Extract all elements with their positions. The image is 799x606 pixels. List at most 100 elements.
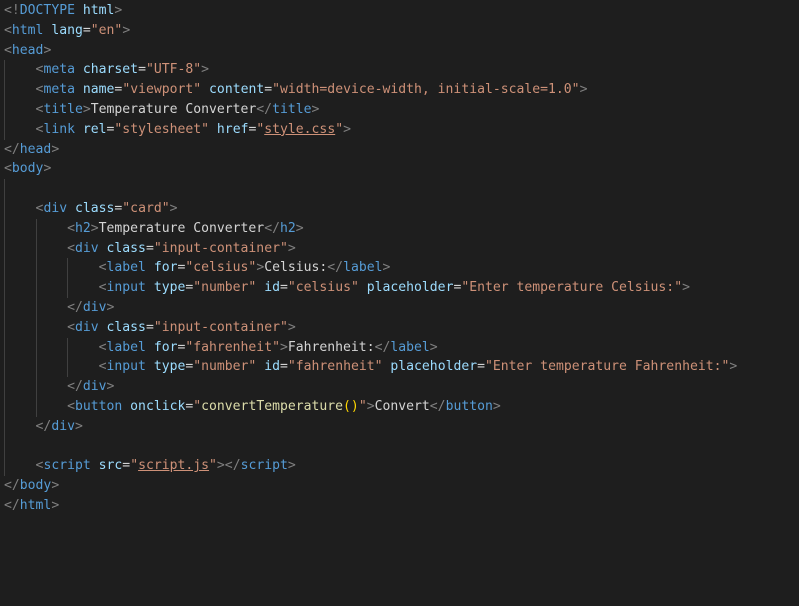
code-token-bracket: </: [327, 260, 344, 276]
code-token-attr: href: [216, 121, 249, 137]
code-token-bracket: <: [67, 220, 75, 236]
code-editor[interactable]: <!DOCTYPE html> <html lang="en"> <head> <m…: [0, 0, 799, 606]
code-token-tag: h2: [279, 220, 296, 236]
code-token-bracket: <: [4, 161, 12, 177]
indent-guide: [35, 317, 37, 338]
code-token-bracket: <: [98, 260, 107, 276]
code-token-str: "number": [193, 359, 257, 375]
code-token-str: "stylesheet": [114, 121, 210, 137]
code-token-tag: label: [106, 339, 146, 355]
code-token-tag: h2: [74, 220, 91, 236]
code-token-str: ": [335, 121, 344, 137]
indent-guide: [4, 278, 5, 298]
code-token-tag: input: [106, 280, 146, 296]
code-token-attr: charset: [82, 62, 139, 78]
code-line[interactable]: </div>: [4, 416, 737, 437]
code-token-str: ": [358, 398, 367, 414]
code-token-tag: label: [343, 260, 383, 276]
code-line[interactable]: <meta charset="UTF-8">: [4, 60, 737, 81]
code-line[interactable]: <input type="number" id="fahrenheit" pla…: [4, 357, 737, 378]
code-token-bracket: </: [35, 418, 52, 434]
code-token-bracket: >: [201, 62, 210, 78]
code-line[interactable]: </head>: [4, 140, 737, 160]
code-line[interactable]: </body>: [4, 476, 737, 496]
code-token-str-link: style.css: [264, 121, 336, 137]
code-line[interactable]: <div class="card">: [4, 198, 737, 219]
code-line[interactable]: <!DOCTYPE html>: [4, 1, 737, 21]
code-line[interactable]: [4, 179, 737, 199]
code-token-str: "card": [122, 200, 170, 216]
code-token-attr: id: [264, 359, 280, 375]
code-token-str: ": [130, 458, 139, 474]
code-line[interactable]: <title>Temperature Converter</title>: [4, 99, 737, 120]
code-token-text: Celsius:: [264, 260, 328, 276]
code-line[interactable]: </div>: [4, 377, 737, 397]
code-line[interactable]: </div>: [4, 297, 737, 318]
indent-guide: [4, 198, 5, 219]
code-token-tag: title: [272, 101, 312, 117]
code-token-bracket: >: [169, 200, 178, 216]
code-token-doctype-kw: html: [82, 3, 115, 18]
code-token-attr: rel: [82, 121, 107, 137]
indent-guide: [4, 396, 5, 417]
code-token-tag: body: [19, 478, 52, 494]
code-line[interactable]: <button onclick="convertTemperature()">C…: [4, 396, 737, 417]
indent-guide: [4, 337, 5, 358]
code-token-attr: src: [98, 458, 123, 474]
code-line[interactable]: <h2>Temperature Converter</h2>: [4, 218, 737, 239]
code-token-text: Temperature Converter: [98, 220, 265, 236]
code-token-bracket: >: [43, 161, 52, 177]
code-line[interactable]: <script src="script.js"></script>: [4, 456, 737, 477]
code-token-tag: meta: [43, 62, 75, 78]
code-token-bracket: <: [98, 339, 107, 355]
code-token-bracket: >: [287, 240, 296, 256]
code-token-tag: script: [43, 458, 91, 474]
code-token-eq: =: [477, 359, 485, 375]
code-token-bracket: >: [106, 299, 115, 315]
code-token-str: "celsius": [185, 260, 257, 276]
indent-guide: [35, 337, 37, 358]
code-line[interactable]: <div class="input-container">: [4, 317, 737, 338]
code-token-bracket: >: [279, 339, 288, 355]
code-token-bracket: </: [256, 101, 273, 117]
code-line[interactable]: <body>: [4, 159, 737, 179]
code-line[interactable]: <label for="celsius">Celsius:</label>: [4, 258, 737, 279]
code-token-bracket: >: [429, 339, 438, 355]
code-token-bracket: </: [4, 497, 20, 513]
indent-guide: [4, 60, 5, 81]
indent-guide: [4, 456, 5, 477]
code-token-str: "Enter temperature Celsius:": [461, 280, 683, 296]
code-line[interactable]: <meta name="viewport" content="width=dev…: [4, 80, 737, 100]
code-token-str: "input-container": [153, 240, 288, 256]
code-line[interactable]: <input type="number" id="celsius" placeh…: [4, 278, 737, 298]
code-line[interactable]: </html>: [4, 496, 737, 516]
code-token-eq: =: [82, 22, 91, 38]
code-line[interactable]: <label for="fahrenheit">Fahrenheit:</lab…: [4, 337, 737, 358]
code-line[interactable]: <html lang="en">: [4, 21, 737, 41]
indent-guide: [4, 218, 5, 239]
code-token-bracket: >: [287, 458, 296, 474]
code-token-attr: class: [74, 200, 115, 216]
indent-guide: [4, 357, 5, 378]
code-token-bracket: >: [382, 260, 391, 276]
code-token-eq: =: [145, 240, 154, 256]
code-token-tag: input: [106, 359, 146, 375]
indent-guide: [67, 357, 69, 378]
code-content[interactable]: <!DOCTYPE html> <html lang="en"> <head> <m…: [4, 1, 737, 516]
code-token-bracket: >: [43, 42, 52, 58]
indent-guide: [35, 278, 37, 298]
code-line[interactable]: [4, 436, 737, 457]
code-line[interactable]: <link rel="stylesheet" href="style.css">: [4, 119, 737, 140]
code-line[interactable]: <div class="input-container">: [4, 238, 737, 259]
code-line[interactable]: <head>: [4, 41, 737, 61]
code-token-str: "width=device-width, initial-scale=1.0": [272, 82, 580, 98]
